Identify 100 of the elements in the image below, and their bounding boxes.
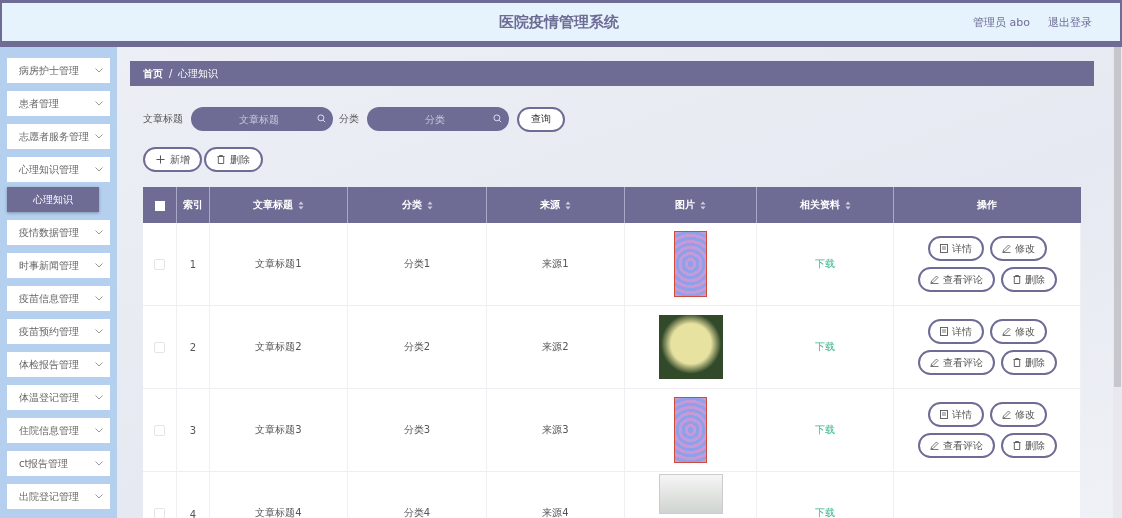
plus-icon — [155, 155, 165, 164]
sort-icon[interactable] — [565, 200, 571, 210]
menu-item[interactable]: 患者管理 — [7, 91, 110, 116]
table-cell: 来源4 — [486, 471, 625, 518]
photo-placeholder — [674, 231, 707, 297]
delete-button[interactable]: 删除 — [204, 147, 263, 172]
field-label: 文章标题 — [143, 112, 183, 126]
select-all-checkbox[interactable] — [154, 200, 165, 211]
table-cell: 来源1 — [486, 223, 625, 306]
comments-button[interactable]: 查看评论 — [917, 350, 995, 375]
chevron-down-icon — [95, 395, 103, 400]
table-cell: 文章标题2 — [209, 305, 348, 389]
chevron-down-icon — [95, 461, 103, 466]
table-cell: 文章标题4 — [209, 471, 348, 518]
table-cell: 分类1 — [347, 223, 487, 306]
menu-item[interactable]: 时事新闻管理 — [7, 253, 110, 278]
document-icon — [939, 410, 948, 419]
edit-button[interactable]: 修改 — [989, 236, 1047, 261]
chevron-down-icon — [95, 263, 103, 268]
chevron-down-icon — [95, 134, 103, 139]
photo-placeholder — [658, 474, 723, 514]
row-checkbox[interactable] — [154, 424, 165, 436]
search-field[interactable]: 分类 — [367, 107, 509, 131]
sort-icon[interactable] — [844, 200, 851, 210]
table-cell: 2 — [176, 305, 210, 389]
column-header: 相关资料 — [756, 187, 894, 223]
document-icon — [939, 244, 948, 253]
pencil-icon — [1001, 410, 1011, 419]
table-cell: 来源3 — [486, 388, 625, 472]
pencil-icon — [929, 441, 939, 450]
photo-placeholder — [674, 397, 707, 463]
edit-button[interactable]: 修改 — [989, 402, 1047, 427]
menu-item[interactable]: 出院登记管理 — [7, 484, 110, 509]
breadcrumb-item[interactable]: 首页 — [143, 66, 163, 81]
chevron-down-icon — [95, 167, 103, 172]
sort-icon[interactable] — [426, 200, 433, 210]
chevron-down-icon — [95, 494, 103, 499]
breadcrumb-item: 心理知识 — [178, 66, 219, 81]
scrollbar[interactable] — [1113, 47, 1122, 518]
add-button[interactable]: 新增 — [143, 147, 202, 172]
document-icon — [939, 327, 948, 336]
menu-item[interactable]: 体检报告管理 — [7, 352, 110, 377]
column-header: 分类 — [347, 187, 487, 223]
menu-item[interactable]: ct报告管理 — [7, 451, 110, 476]
delete-button[interactable]: 删除 — [1000, 350, 1057, 375]
menu-item[interactable]: 体温登记管理 — [7, 385, 110, 410]
row-checkbox[interactable] — [154, 341, 165, 353]
table-cell: 文章标题3 — [209, 388, 348, 472]
chevron-down-icon — [95, 296, 103, 301]
query-button[interactable]: 查询 — [517, 106, 565, 132]
field-label: 分类 — [339, 112, 359, 126]
table-cell: 4 — [176, 471, 210, 518]
detail-button[interactable]: 详情 — [927, 236, 984, 261]
menu-item[interactable]: 疫情数据管理 — [7, 220, 110, 245]
chevron-down-icon — [95, 362, 103, 367]
chevron-down-icon — [95, 101, 103, 106]
table-cell: 3 — [176, 388, 210, 472]
menu-item[interactable]: 心理知识管理 — [7, 157, 110, 182]
pencil-icon — [1001, 244, 1011, 253]
user-label: 管理员 abo — [973, 14, 1030, 30]
logout-link[interactable]: 退出登录 — [1048, 14, 1092, 30]
search-field[interactable]: 文章标题 — [191, 107, 333, 131]
trash-icon — [1012, 275, 1021, 284]
table-cell: 1 — [176, 223, 210, 306]
detail-button[interactable]: 详情 — [927, 319, 984, 344]
detail-button[interactable]: 详情 — [927, 402, 984, 427]
delete-button[interactable]: 删除 — [1000, 433, 1057, 458]
submenu-item[interactable]: 心理知识 — [7, 187, 99, 212]
menu-item[interactable]: 疫苗预约管理 — [7, 319, 110, 344]
menu-item[interactable]: 住院信息管理 — [7, 418, 110, 443]
trash-icon — [1012, 358, 1021, 367]
search-icon — [317, 114, 326, 123]
table-cell: 分类4 — [347, 471, 487, 518]
edit-button[interactable]: 修改 — [989, 319, 1047, 344]
breadcrumb-item: / — [169, 68, 173, 79]
row-checkbox[interactable] — [154, 258, 165, 270]
delete-button[interactable]: 删除 — [1000, 267, 1057, 292]
row-checkbox[interactable] — [154, 508, 165, 518]
column-header: 索引 — [176, 187, 210, 223]
pencil-icon — [1001, 327, 1011, 336]
comments-button[interactable]: 查看评论 — [917, 267, 995, 292]
trash-icon — [1012, 441, 1021, 450]
menu-item[interactable]: 病房护士管理 — [7, 58, 110, 83]
table-cell: 分类2 — [347, 305, 487, 389]
comments-button[interactable]: 查看评论 — [917, 433, 995, 458]
column-header: 图片 — [624, 187, 757, 223]
column-header: 操作 — [893, 187, 1081, 223]
trash-icon — [217, 155, 225, 164]
menu-item[interactable]: 疫苗信息管理 — [7, 286, 110, 311]
pencil-icon — [929, 358, 939, 367]
sort-icon[interactable] — [700, 200, 706, 210]
chevron-down-icon — [95, 230, 103, 235]
pencil-icon — [929, 275, 939, 284]
chevron-down-icon — [95, 329, 103, 334]
app-title: 医院疫情管理系统 — [499, 13, 619, 32]
table-cell: 文章标题1 — [209, 223, 348, 306]
column-header: 文章标题 — [209, 187, 348, 223]
search-icon — [493, 114, 502, 123]
sort-icon[interactable] — [298, 200, 304, 210]
menu-item[interactable]: 志愿者服务管理 — [7, 124, 110, 149]
